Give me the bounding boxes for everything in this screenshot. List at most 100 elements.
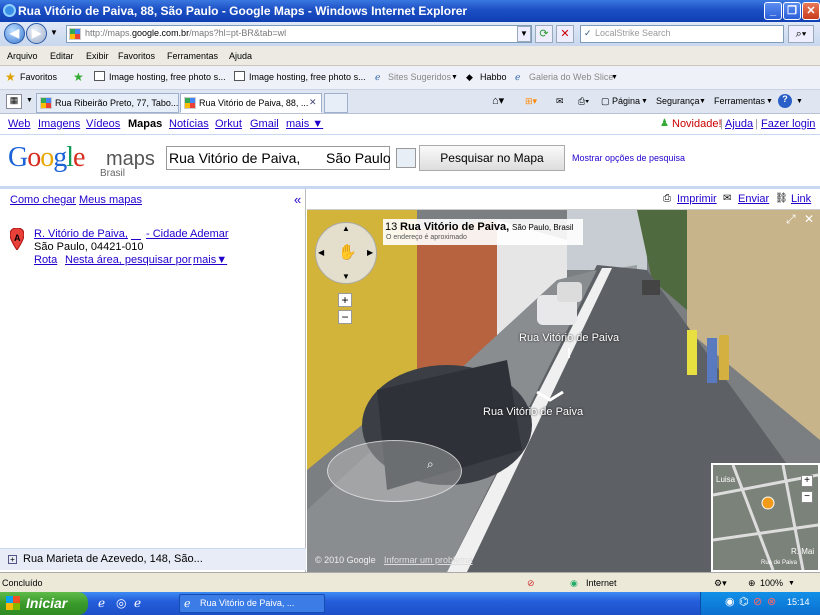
zoom-in-button[interactable]: + [338,293,352,307]
address-dropdown-icon[interactable]: ▼ [517,26,531,42]
menu-item-favoritos[interactable]: Favoritos [118,51,155,61]
gbar-link-orkut[interactable]: Orkut [215,118,242,130]
fullscreen-icon[interactable]: ⤢ [786,212,796,227]
tray-icon-4[interactable]: ⊗ [767,595,776,608]
fav-item-image-hosting-2[interactable]: Image hosting, free photo s... [249,72,366,82]
tray-icon-1[interactable]: ◉ [725,595,735,608]
more-link[interactable]: mais▼ [193,254,227,266]
quick-tabs-icon[interactable]: ▦ [6,94,22,109]
chevron-down-icon[interactable]: ▼ [796,98,803,105]
collapse-panel-icon[interactable]: « [294,192,301,207]
gbar-link-noticias[interactable]: Notícias [169,118,209,130]
rss-feed-icon[interactable]: ⊞▾ [525,96,537,107]
zoom-level[interactable]: 100% [760,578,783,588]
menu-item-ferramentas[interactable]: Ferramentas [167,51,218,61]
home-icon[interactable]: ⌂▾ [492,94,504,107]
tray-icon-3[interactable]: ⊘ [753,595,762,608]
refresh-icon[interactable]: ⟳ [535,25,553,43]
fav-item-image-hosting-1[interactable]: Image hosting, free photo s... [109,72,226,82]
search-query-city[interactable]: São Paulo [304,146,396,170]
tab-vitorio-de-paiva[interactable]: Rua Vitório de Paiva, 88, ... ✕ [180,93,322,113]
menu-item-arquivo[interactable]: Arquivo [7,51,38,61]
chevron-down-icon[interactable]: ▼ [788,580,795,587]
tab-ribeirao-preto[interactable]: Rua Ribeirão Preto, 77, Tabo... [36,93,179,113]
menu-item-ajuda[interactable]: Ajuda [229,51,252,61]
add-favorite-icon[interactable]: ★ [73,70,84,84]
pan-up-icon[interactable]: ▲ [342,224,350,233]
close-tab-icon[interactable]: ✕ [309,97,317,108]
gbar-link-login[interactable]: Fazer login [761,118,815,130]
start-button[interactable]: Iniciar [0,592,88,615]
print-icon[interactable]: ⎙▾ [578,96,589,107]
my-maps-link[interactable]: Meus mapas [79,194,142,206]
menu-item-editar[interactable]: Editar [50,51,74,61]
result-title-street[interactable]: R. Vitório de Paiva, [34,228,128,240]
popup-blocker-icon[interactable]: ⊘ [527,578,535,589]
forward-button[interactable]: ▶ [26,23,47,44]
mini-map[interactable]: Luisa R. Mai Rua de Paiva + − [711,463,820,572]
street-view-panorama[interactable]: ⌕ 13 Rua Vitório de Paiva, São Paulo, Br… [307,210,820,572]
quicklaunch-media-icon[interactable]: ◎ [116,596,126,610]
close-window-button[interactable]: ✕ [802,2,820,20]
search-input[interactable]: LocalStrike Search [580,25,784,43]
chevron-down-icon[interactable]: ▼ [451,74,458,81]
back-button[interactable]: ◀ [4,23,25,44]
keyboard-icon[interactable] [396,148,416,168]
security-menu[interactable]: Segurança [656,96,700,106]
fav-item-sites-sugeridos[interactable]: Sites Sugeridos [388,72,451,82]
search-nearby-link[interactable]: Nesta área, pesquisar por [65,254,192,266]
gbar-link-ajuda[interactable]: Ajuda [725,118,753,130]
menu-item-exibir[interactable]: Exibir [86,51,109,61]
history-dropdown-icon[interactable]: ▼ [50,28,58,37]
chevron-down-icon[interactable]: ▼ [611,74,618,81]
protected-mode-icon[interactable]: ⚙▾ [714,578,727,589]
help-icon[interactable]: ? [778,94,792,108]
page-menu[interactable]: Página [612,96,640,106]
novidade-link[interactable]: Novidade! [672,118,722,130]
search-map-button[interactable]: Pesquisar no Mapa [419,145,565,171]
close-streetview-icon[interactable]: ✕ [804,212,814,226]
stop-icon[interactable]: ✕ [556,25,574,43]
tools-menu[interactable]: Ferramentas [714,96,765,106]
mail-icon[interactable]: ✉ [556,96,564,107]
pan-control[interactable]: ▲ ▼ ◀ ▶ ✋ [315,222,377,284]
print-link[interactable]: Imprimir [677,193,717,205]
pan-down-icon[interactable]: ▼ [342,272,350,281]
expand-icon[interactable]: + [8,555,17,564]
gbar-link-web[interactable]: Web [8,118,30,130]
tab-list-dropdown-icon[interactable]: ▼ [26,97,33,104]
quicklaunch-ie2-icon[interactable]: ℯ [134,596,141,610]
taskbar-ie-window[interactable]: ℯ Rua Vitório de Paiva, ... [179,594,325,613]
minimize-button[interactable]: _ [764,2,782,20]
address-bar[interactable]: http://maps.google.com.br/maps?hl=pt-BR&… [66,25,532,43]
hand-pan-icon[interactable]: ✋ [338,243,357,261]
quicklaunch-ie-icon[interactable]: ℯ [98,596,105,610]
fav-item-galeria[interactable]: Galeria do Web Slice [529,72,613,82]
report-problem-link[interactable]: Informar um problema [384,555,473,565]
gbar-link-mais[interactable]: mais ▼ [286,118,323,130]
search-options-link[interactable]: Mostrar opções de pesquisa [572,153,685,163]
gbar-link-videos[interactable]: Vídeos [86,118,120,130]
favorites-button[interactable]: Favoritos [20,72,57,82]
new-tab-button[interactable] [324,93,348,113]
zoom-out-button[interactable]: − [338,310,352,324]
zoom-ellipse-cursor[interactable] [327,440,462,502]
route-link[interactable]: Rota [34,254,57,266]
send-link[interactable]: Enviar [738,193,769,205]
gbar-link-imagens[interactable]: Imagens [38,118,80,130]
maximize-button[interactable]: ❐ [783,2,801,20]
mini-zoom-in-button[interactable]: + [801,475,813,487]
search-go-icon[interactable]: ⌕▾ [788,25,814,43]
result-title-number-link[interactable] [131,228,141,240]
google-maps-logo[interactable]: Google maps Brasil [8,142,158,182]
tray-icon-2[interactable]: ⌬ [739,595,749,608]
fav-item-habbo[interactable]: Habbo [480,72,507,82]
previous-result-item[interactable]: + Rua Marieta de Azevedo, 148, São... [0,548,306,570]
pan-right-icon[interactable]: ▶ [367,248,373,257]
pan-left-icon[interactable]: ◀ [318,248,324,257]
link-link[interactable]: Link [791,193,811,205]
gbar-link-gmail[interactable]: Gmail [250,118,279,130]
directions-link[interactable]: Como chegar [10,194,76,206]
mini-zoom-out-button[interactable]: − [801,491,813,503]
result-title-district[interactable]: - Cidade Ademar [146,228,229,240]
